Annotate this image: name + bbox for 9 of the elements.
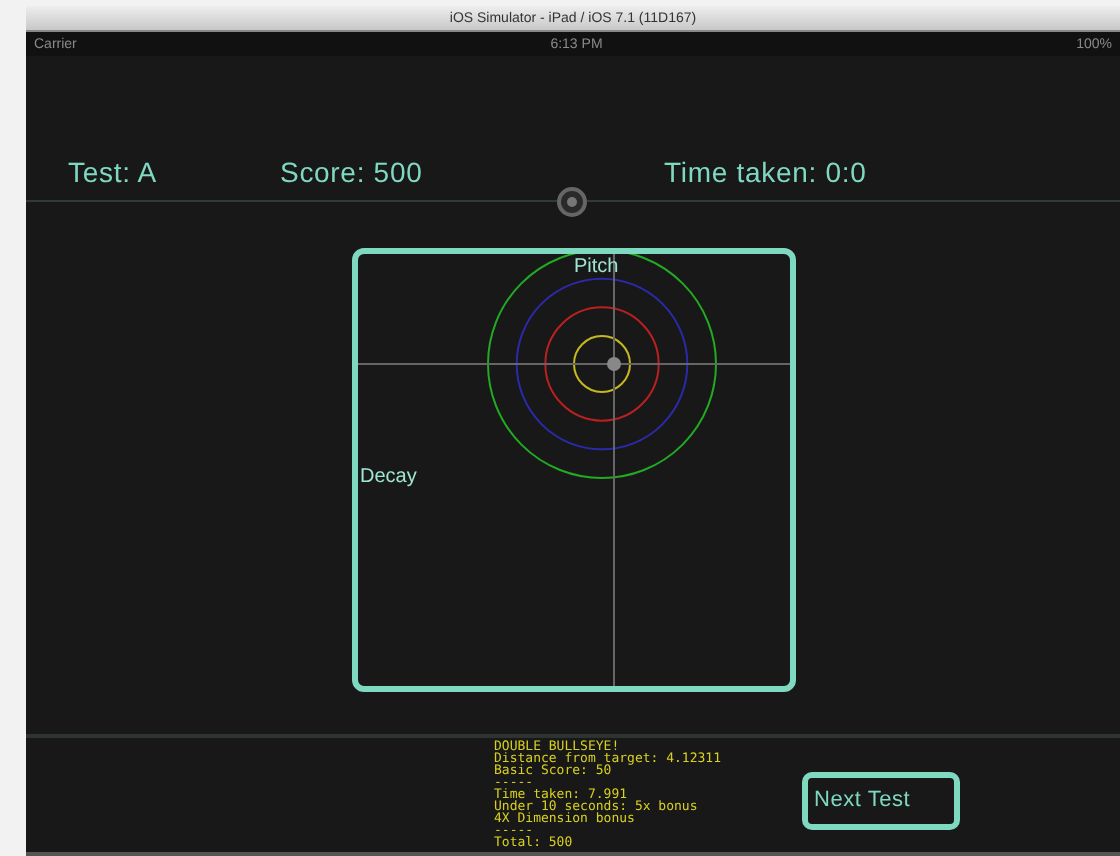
time-taken-label: Time taken: 0:0 [664, 154, 867, 192]
cursor-dot[interactable] [607, 357, 621, 371]
score-label: Score: 500 [280, 154, 425, 192]
pitch-label: Pitch [574, 254, 619, 282]
target-icon [556, 186, 588, 218]
xy-pad[interactable]: Pitch Decay [352, 248, 796, 692]
test-label: Test: A [68, 154, 159, 192]
decay-label: Decay [360, 464, 417, 492]
next-test-button[interactable]: Next Test [802, 772, 960, 830]
